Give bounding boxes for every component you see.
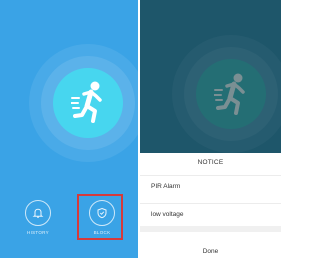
running-man-icon xyxy=(214,73,245,115)
done-label: Done xyxy=(202,248,219,255)
notice-option-label: PIR Alarm xyxy=(151,183,181,190)
history-label: HISTORY xyxy=(27,230,49,235)
history-button[interactable]: HISTORY xyxy=(18,200,58,235)
home-screen: HISTORY BLOCK xyxy=(0,0,138,258)
bell-icon xyxy=(32,208,44,218)
notice-option-label: low voltage xyxy=(151,211,184,218)
notice-option-low-voltage[interactable]: low voltage xyxy=(140,203,281,225)
notice-title: NOTICE xyxy=(197,159,224,166)
running-man-icon xyxy=(71,81,102,123)
done-button[interactable]: Done xyxy=(140,232,281,258)
notice-dialog: NOTICE PIR Alarm low voltage Done xyxy=(140,153,281,258)
notice-option-pir-alarm[interactable]: PIR Alarm xyxy=(140,175,281,197)
notice-screen: NOTICE PIR Alarm low voltage Done xyxy=(140,0,281,258)
highlight-box xyxy=(77,194,123,240)
